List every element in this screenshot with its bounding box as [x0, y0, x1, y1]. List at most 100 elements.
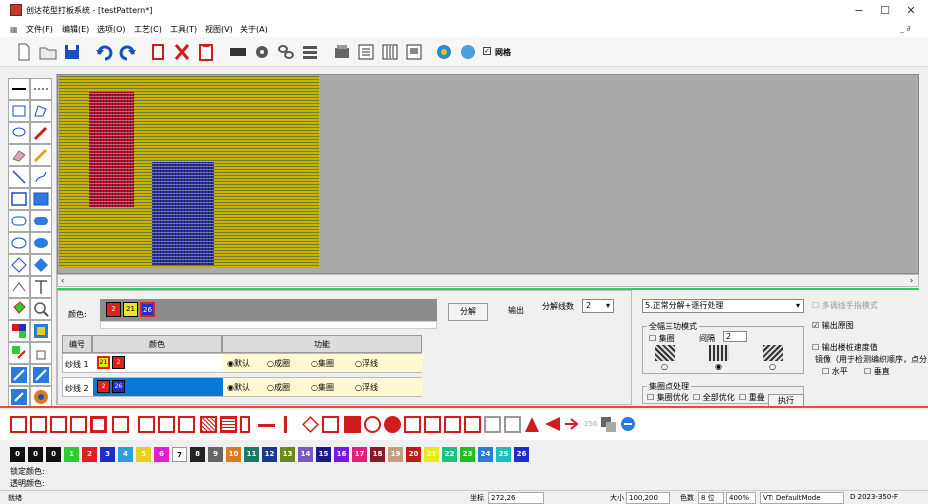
curve-tool[interactable] — [30, 166, 52, 188]
radio-tuck[interactable]: ○集圈 — [311, 358, 334, 369]
horizontal-checkbox[interactable]: ☐ 水平 — [822, 366, 848, 377]
hline-shape[interactable] — [258, 424, 275, 427]
palette-color-chip[interactable]: 19 — [388, 447, 403, 462]
menu-file[interactable]: 文件(F) — [26, 24, 53, 35]
palette-color-chip[interactable]: 18 — [370, 447, 385, 462]
palette-color-chip[interactable]: 5 — [136, 447, 151, 462]
palette-color-chip[interactable]: 7 — [172, 447, 187, 462]
stripe-shape[interactable] — [220, 416, 237, 433]
bracket-shape-2[interactable] — [158, 416, 175, 433]
paste-icon[interactable] — [196, 42, 216, 62]
filled-ellipse-tool[interactable] — [30, 232, 52, 254]
split-button[interactable]: 分解 — [448, 303, 488, 321]
settings-globe-icon[interactable] — [434, 42, 454, 62]
palette-color-chip[interactable]: 21 — [424, 447, 439, 462]
palette-color-chip[interactable]: 24 — [478, 447, 493, 462]
save-icon[interactable] — [62, 42, 82, 62]
scatter-shape[interactable] — [322, 416, 339, 433]
minus-box-shape[interactable] — [344, 416, 361, 433]
frame-shape-1[interactable] — [10, 416, 27, 433]
filled-rounded-rect-tool[interactable] — [30, 210, 52, 232]
filled-rectangle-tool[interactable] — [30, 188, 52, 210]
yarn-color-chip[interactable]: 21 — [97, 356, 110, 369]
palette-color-chip[interactable]: 2 — [82, 447, 97, 462]
radio-swatch-b[interactable]: ◉ — [715, 362, 722, 371]
spray-tool[interactable] — [30, 364, 52, 386]
pattern-canvas[interactable] — [57, 74, 919, 274]
pattern-swatch-c[interactable] — [763, 345, 783, 361]
undo-icon[interactable] — [94, 42, 114, 62]
radio-tuck[interactable]: ○集圈 — [311, 382, 334, 393]
palette-color-chip[interactable]: 14 — [298, 447, 313, 462]
radio-default[interactable]: ◉默认 — [227, 382, 250, 393]
scroll-left-icon[interactable]: ‹ — [61, 276, 64, 285]
list-icon[interactable] — [356, 42, 376, 62]
output-pattern-checkbox[interactable]: ☑ 输出原图 — [812, 320, 854, 331]
palette-color-chip[interactable]: 0 — [46, 447, 61, 462]
color-strip-scrollbar[interactable] — [100, 321, 437, 329]
radio-default[interactable]: ◉默认 — [227, 358, 250, 369]
link-icon[interactable] — [276, 42, 296, 62]
lasso-tool[interactable] — [8, 122, 30, 144]
palette-color-chip[interactable]: 6 — [154, 447, 169, 462]
straight-line-tool[interactable] — [8, 166, 30, 188]
palette-color-chip[interactable]: 22 — [442, 447, 457, 462]
filled-circle-shape[interactable] — [384, 416, 401, 433]
vertical-checkbox[interactable]: ☐ 垂直 — [864, 366, 890, 377]
open-file-icon[interactable] — [38, 42, 58, 62]
frame-shape-7[interactable] — [444, 416, 461, 433]
palette-color-chip[interactable]: 10 — [226, 447, 241, 462]
frame-shape-thick[interactable] — [90, 416, 107, 433]
color-chip-blue[interactable]: 26 — [140, 302, 155, 317]
palette-color-chip[interactable]: 12 — [262, 447, 277, 462]
hatch-shape[interactable] — [200, 416, 217, 433]
rounded-rect-tool[interactable] — [8, 210, 30, 232]
yarn-color-chip[interactable]: 26 — [112, 380, 125, 393]
palette-color-chip[interactable]: 26 — [514, 447, 529, 462]
frame-shape-9[interactable] — [484, 416, 501, 433]
menu-tools[interactable]: 工具(T) — [170, 24, 197, 35]
yarn-color-chip[interactable]: 2 — [112, 356, 125, 369]
color-chip-yellow[interactable]: 21 — [123, 302, 138, 317]
palette-color-chip[interactable]: 20 — [406, 447, 421, 462]
knit-pattern-grid[interactable] — [59, 76, 319, 268]
close-button[interactable]: ✕ — [898, 3, 924, 19]
palette-color-chip[interactable]: 13 — [280, 447, 295, 462]
zoom-tool[interactable] — [30, 298, 52, 320]
palette-color-chip[interactable]: 0 — [28, 447, 43, 462]
color-chip-red[interactable]: 2 — [106, 302, 121, 317]
line-dashed-tool[interactable] — [30, 78, 52, 100]
palette-color-chip[interactable]: 17 — [352, 447, 367, 462]
rect-select-tool[interactable] — [8, 100, 30, 122]
ellipse-tool[interactable] — [8, 232, 30, 254]
pick-color-tool[interactable] — [8, 386, 30, 408]
preview-icon[interactable] — [404, 42, 424, 62]
cut-icon[interactable] — [172, 42, 192, 62]
radio-knit[interactable]: ○成圈 — [267, 358, 290, 369]
palette-color-chip[interactable]: 11 — [244, 447, 259, 462]
palette-color-chip[interactable]: 16 — [334, 447, 349, 462]
filled-diamond-tool[interactable] — [30, 254, 52, 276]
poly-select-tool[interactable] — [30, 100, 52, 122]
diamond-shape[interactable] — [302, 416, 319, 433]
overlap-checkbox[interactable]: ☐ 重叠 — [739, 392, 765, 403]
cross-shape[interactable] — [504, 416, 521, 433]
minimize-button[interactable]: − — [846, 3, 872, 19]
frame-shape-4[interactable] — [70, 416, 87, 433]
mdi-controls[interactable]: _ ∂ — [900, 24, 911, 33]
new-file-icon[interactable] — [14, 42, 34, 62]
menu-edit[interactable]: 编辑(E) — [62, 24, 89, 35]
layered-frame-shape[interactable] — [112, 416, 129, 433]
color-wheel-tool[interactable] — [30, 386, 52, 408]
hand-tool[interactable] — [30, 342, 52, 364]
radio-float[interactable]: ○浮线 — [355, 358, 378, 369]
eraser-tool[interactable] — [8, 144, 30, 166]
columns-icon[interactable] — [380, 42, 400, 62]
line-solid-tool[interactable] — [8, 78, 30, 100]
frame-shape-5[interactable] — [404, 416, 421, 433]
help-icon[interactable] — [458, 42, 478, 62]
redo-icon[interactable] — [118, 42, 138, 62]
rectangle-tool[interactable] — [8, 188, 30, 210]
multi-finger-checkbox[interactable]: ☐ 多调线手指模式 — [812, 300, 878, 311]
split-mode-select[interactable]: 5.正常分解+逐行处理 ▾ — [642, 299, 804, 313]
